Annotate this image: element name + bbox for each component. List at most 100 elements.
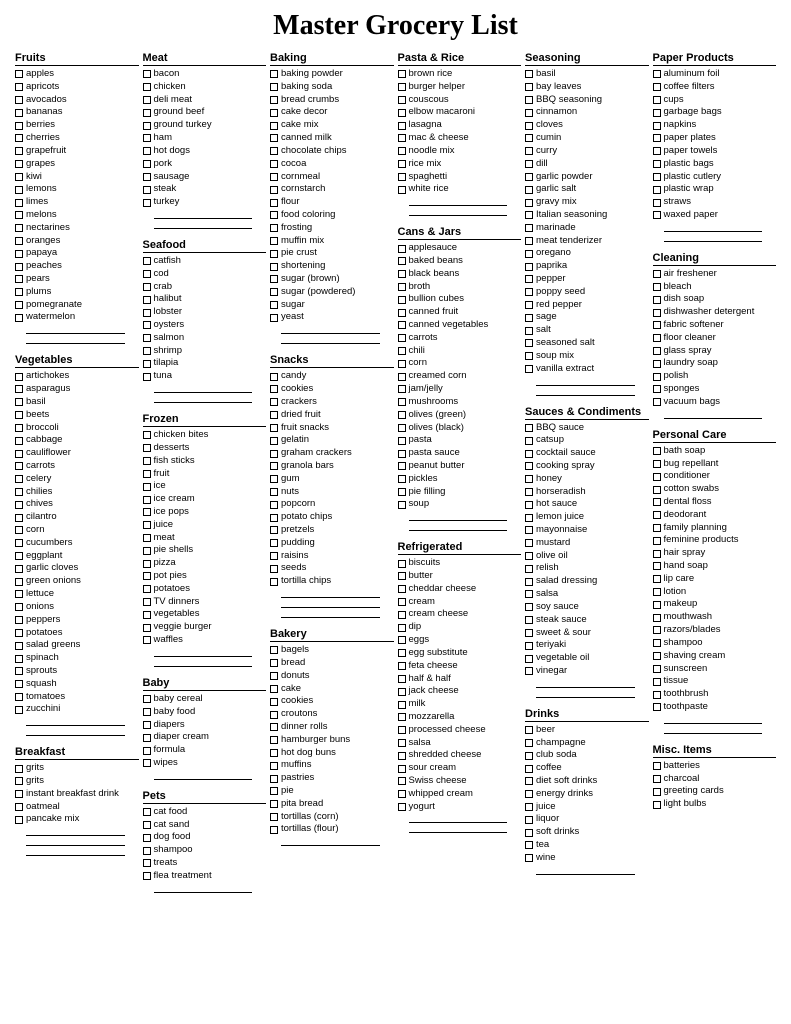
checkbox[interactable] (270, 83, 278, 91)
checkbox[interactable] (398, 147, 406, 155)
checkbox[interactable] (270, 787, 278, 795)
checkbox[interactable] (525, 160, 533, 168)
checkbox[interactable] (525, 301, 533, 309)
checkbox[interactable] (270, 578, 278, 586)
checkbox[interactable] (398, 803, 406, 811)
checkbox[interactable] (525, 616, 533, 624)
checkbox[interactable] (653, 309, 661, 317)
checkbox[interactable] (15, 288, 23, 296)
checkbox[interactable] (143, 496, 151, 504)
checkbox[interactable] (398, 462, 406, 470)
checkbox[interactable] (653, 511, 661, 519)
checkbox[interactable] (398, 598, 406, 606)
checkbox[interactable] (270, 70, 278, 78)
checkbox[interactable] (398, 688, 406, 696)
checkbox[interactable] (525, 450, 533, 458)
checkbox[interactable] (525, 462, 533, 470)
checkbox[interactable] (143, 821, 151, 829)
checkbox[interactable] (398, 701, 406, 709)
checkbox[interactable] (398, 270, 406, 278)
checkbox[interactable] (15, 411, 23, 419)
checkbox[interactable] (653, 321, 661, 329)
checkbox[interactable] (525, 816, 533, 824)
checkbox[interactable] (143, 585, 151, 593)
checkbox[interactable] (143, 808, 151, 816)
checkbox[interactable] (525, 122, 533, 130)
checkbox[interactable] (398, 560, 406, 568)
checkbox[interactable] (15, 488, 23, 496)
checkbox[interactable] (525, 739, 533, 747)
checkbox[interactable] (143, 147, 151, 155)
checkbox[interactable] (143, 373, 151, 381)
checkbox[interactable] (653, 385, 661, 393)
checkbox[interactable] (15, 373, 23, 381)
checkbox[interactable] (15, 314, 23, 322)
checkbox[interactable] (525, 70, 533, 78)
checkbox[interactable] (270, 96, 278, 104)
checkbox[interactable] (398, 309, 406, 317)
checkbox[interactable] (653, 652, 661, 660)
checkbox[interactable] (398, 739, 406, 747)
checkbox[interactable] (15, 398, 23, 406)
checkbox[interactable] (143, 83, 151, 91)
checkbox[interactable] (653, 109, 661, 117)
checkbox[interactable] (15, 578, 23, 586)
checkbox[interactable] (15, 186, 23, 194)
checkbox[interactable] (15, 96, 23, 104)
checkbox[interactable] (525, 109, 533, 117)
checkbox[interactable] (653, 550, 661, 558)
checkbox[interactable] (15, 629, 23, 637)
checkbox[interactable] (525, 841, 533, 849)
checkbox[interactable] (398, 96, 406, 104)
checkbox[interactable] (525, 339, 533, 347)
checkbox[interactable] (143, 444, 151, 452)
checkbox[interactable] (270, 646, 278, 654)
checkbox[interactable] (270, 398, 278, 406)
checkbox[interactable] (270, 711, 278, 719)
checkbox[interactable] (398, 134, 406, 142)
checkbox[interactable] (398, 437, 406, 445)
checkbox[interactable] (15, 122, 23, 130)
checkbox[interactable] (525, 275, 533, 283)
checkbox[interactable] (270, 775, 278, 783)
checkbox[interactable] (653, 678, 661, 686)
checkbox[interactable] (143, 257, 151, 265)
checkbox[interactable] (143, 708, 151, 716)
checkbox[interactable] (398, 501, 406, 509)
checkbox[interactable] (525, 147, 533, 155)
checkbox[interactable] (398, 572, 406, 580)
checkbox[interactable] (525, 173, 533, 181)
checkbox[interactable] (525, 752, 533, 760)
checkbox[interactable] (653, 283, 661, 291)
checkbox[interactable] (525, 642, 533, 650)
checkbox[interactable] (653, 447, 661, 455)
checkbox[interactable] (270, 659, 278, 667)
checkbox[interactable] (143, 734, 151, 742)
checkbox[interactable] (398, 83, 406, 91)
checkbox[interactable] (398, 109, 406, 117)
checkbox[interactable] (653, 498, 661, 506)
checkbox[interactable] (525, 829, 533, 837)
checkbox[interactable] (270, 160, 278, 168)
checkbox[interactable] (270, 288, 278, 296)
checkbox[interactable] (270, 565, 278, 573)
checkbox[interactable] (525, 590, 533, 598)
checkbox[interactable] (653, 665, 661, 673)
checkbox[interactable] (15, 462, 23, 470)
checkbox[interactable] (398, 726, 406, 734)
checkbox[interactable] (15, 706, 23, 714)
checkbox[interactable] (15, 450, 23, 458)
checkbox[interactable] (398, 186, 406, 194)
checkbox[interactable] (143, 122, 151, 130)
checkbox[interactable] (15, 590, 23, 598)
checkbox[interactable] (15, 263, 23, 271)
checkbox[interactable] (143, 457, 151, 465)
checkbox[interactable] (525, 83, 533, 91)
checkbox[interactable] (398, 488, 406, 496)
checkbox[interactable] (270, 749, 278, 757)
checkbox[interactable] (398, 160, 406, 168)
checkbox[interactable] (270, 813, 278, 821)
checkbox[interactable] (398, 790, 406, 798)
checkbox[interactable] (270, 109, 278, 117)
checkbox[interactable] (653, 360, 661, 368)
